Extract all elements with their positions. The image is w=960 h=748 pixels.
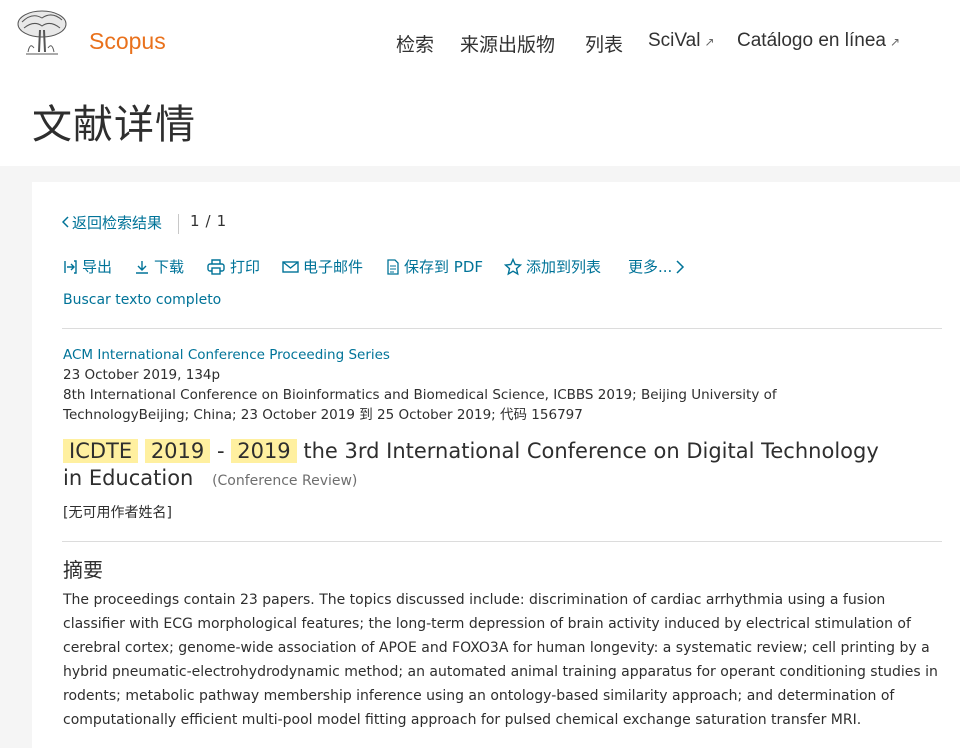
divider bbox=[178, 214, 179, 234]
save-pdf-button[interactable]: 保存到 PDF bbox=[386, 256, 483, 277]
chevron-left-icon bbox=[62, 216, 69, 228]
nav-sources-label: 来源出版物 bbox=[460, 34, 556, 56]
nav-catalogo[interactable]: Catálogo en línea ↗ bbox=[737, 30, 900, 52]
elsevier-tree-logo[interactable] bbox=[14, 8, 70, 60]
back-to-results-link[interactable]: 返回检索结果 bbox=[62, 214, 162, 232]
results-navigation: 返回检索结果 1 / 1 bbox=[62, 212, 226, 236]
series-link[interactable]: ACM International Conference Proceeding … bbox=[63, 345, 803, 365]
source-info: ACM International Conference Proceeding … bbox=[63, 345, 803, 425]
abstract-heading: 摘要 bbox=[63, 558, 103, 582]
export-label: 导出 bbox=[82, 258, 113, 276]
pager-separator: / bbox=[205, 212, 211, 230]
nav-lists[interactable]: 列表 bbox=[585, 30, 623, 57]
document-card: 返回检索结果 1/1 导出 下载 打印 电子邮件 保存到 PDF 添加到列表 更… bbox=[32, 182, 960, 748]
print-label: 打印 bbox=[230, 258, 261, 276]
document-title: ICDTE 2019 - 2019 the 3rd International … bbox=[63, 438, 883, 495]
chevron-right-icon bbox=[676, 259, 685, 274]
add-to-list-button[interactable]: 添加到列表 bbox=[504, 256, 601, 277]
nav-search-label: 检索 bbox=[396, 34, 435, 56]
authors: [无可用作者姓名] bbox=[63, 505, 172, 521]
pager-total: 1 bbox=[216, 212, 227, 230]
publication-date: 23 October 2019, 134p bbox=[63, 367, 221, 383]
result-pager: 1 / 1 bbox=[190, 212, 232, 230]
download-icon bbox=[136, 260, 148, 274]
email-label: 电子邮件 bbox=[303, 258, 364, 276]
add-to-list-label: 添加到列表 bbox=[526, 258, 602, 276]
email-button[interactable]: 电子邮件 bbox=[282, 256, 363, 277]
star-icon bbox=[504, 257, 522, 275]
abstract-text: The proceedings contain 23 papers. The t… bbox=[63, 592, 938, 728]
nav-scival-label: SciVal bbox=[648, 30, 701, 51]
nav-search[interactable]: 检索 bbox=[396, 30, 434, 57]
top-bar: Scopus 检索 来源出版物 列表 SciVal ↗ Catálogo en l… bbox=[0, 0, 960, 166]
export-button[interactable]: 导出 bbox=[62, 256, 112, 277]
email-icon bbox=[282, 260, 299, 273]
export-icon bbox=[64, 259, 77, 274]
conference-info-line1: 8th International Conference on Bioinfor… bbox=[63, 387, 777, 403]
more-button[interactable]: 更多... bbox=[628, 256, 689, 277]
nav-sources[interactable]: 来源出版物 bbox=[460, 30, 555, 57]
page-title: 文献详情 bbox=[32, 102, 196, 148]
download-button[interactable]: 下载 bbox=[134, 256, 184, 277]
nav-catalogo-label: Catálogo en línea bbox=[737, 30, 886, 51]
save-pdf-label: 保存到 PDF bbox=[404, 258, 483, 276]
nav-scival[interactable]: SciVal ↗ bbox=[648, 30, 715, 52]
title-highlight: 2019 bbox=[144, 439, 211, 463]
document-type: (Conference Review) bbox=[212, 473, 358, 489]
nav-lists-label: 列表 bbox=[585, 34, 624, 56]
title-highlight: 2019 bbox=[231, 439, 297, 463]
back-to-results-label: 返回检索结果 bbox=[72, 214, 163, 232]
print-button[interactable]: 打印 bbox=[206, 256, 260, 277]
title-dash: - bbox=[216, 439, 225, 463]
scopus-brand[interactable]: Scopus bbox=[89, 28, 166, 55]
title-highlight: ICDTE bbox=[63, 439, 139, 463]
download-label: 下载 bbox=[154, 258, 185, 276]
more-label: 更多... bbox=[628, 258, 673, 276]
print-icon bbox=[207, 258, 225, 275]
full-text-link[interactable]: Buscar texto completo bbox=[63, 292, 221, 308]
external-link-icon: ↗ bbox=[704, 35, 715, 49]
pager-current: 1 bbox=[190, 212, 200, 230]
pdf-icon bbox=[387, 258, 399, 275]
divider bbox=[62, 328, 942, 329]
conference-info-line2: TechnologyBeijing; China; 23 October 201… bbox=[63, 407, 583, 423]
external-link-icon: ↗ bbox=[889, 35, 901, 49]
divider bbox=[62, 541, 942, 542]
